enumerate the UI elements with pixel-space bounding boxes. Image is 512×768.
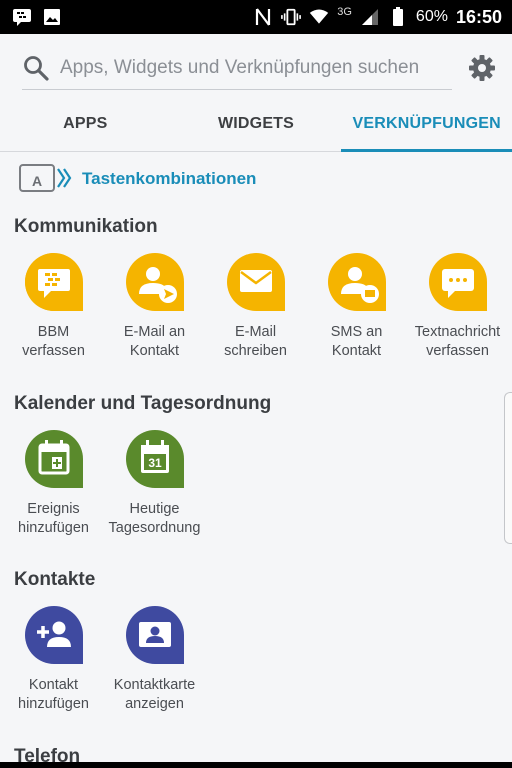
envelope-icon [226, 252, 286, 312]
search-area [0, 34, 512, 96]
shortcut-label: Kontakt hinzufügen [18, 677, 89, 712]
tab-apps[interactable]: APPS [0, 96, 171, 151]
contact-send-icon [125, 252, 185, 312]
contact-sms-icon [327, 252, 387, 312]
message-bubble-icon [428, 252, 488, 312]
shortcut-label: BBM verfassen [22, 324, 85, 359]
bbm-notification-icon [12, 7, 32, 27]
shortcut-label: Heutige Tagesordnung [108, 501, 201, 536]
calendar-31-icon: 31 [125, 429, 185, 489]
gear-icon[interactable] [466, 52, 498, 84]
battery-percentage: 60% [415, 8, 448, 25]
add-person-icon [24, 605, 84, 665]
network-type-label: 3G [337, 6, 352, 18]
keyboard-shortcut-icon: A [18, 161, 74, 198]
grid-kalender: Ereignis hinzufügen 31 Heutige Tagesordn… [3, 429, 512, 538]
shortcuts-list: A Tastenkombinationen Kommunikation BBM … [0, 152, 512, 768]
nfc-icon [253, 7, 273, 27]
shortcut-kontakt-hinzufuegen[interactable]: Kontakt hinzufügen [3, 605, 104, 714]
bbm-chat-icon [24, 252, 84, 312]
shortcut-ereignis-hinzufuegen[interactable]: Ereignis hinzufügen [3, 429, 104, 538]
search-icon[interactable] [22, 54, 50, 82]
shortcut-heutige-tagesordnung[interactable]: 31 Heutige Tagesordnung [104, 429, 205, 538]
status-bar: 3G 60% 16:50 [0, 0, 512, 34]
signal-icon [360, 7, 380, 27]
scrollbar-handle[interactable] [504, 392, 512, 544]
grid-kontakte: Kontakt hinzufügen Kontaktkarte anzeigen [3, 605, 512, 714]
contact-card-icon [125, 605, 185, 665]
calendar-add-icon [24, 429, 84, 489]
tab-widgets[interactable]: WIDGETS [171, 96, 342, 151]
section-title-kontakte: Kontakte [14, 569, 96, 590]
shortcut-email-an-kontakt[interactable]: E-Mail an Kontakt [104, 252, 205, 361]
section-title-kommunikation: Kommunikation [14, 216, 158, 237]
navigation-bar-edge [0, 762, 512, 768]
tab-bar: APPS WIDGETS VERKNÜPFUNGEN [0, 96, 512, 152]
clock: 16:50 [455, 6, 502, 27]
keyboard-shortcuts-link[interactable]: A Tastenkombinationen [18, 162, 256, 196]
shortcut-textnachricht-verfassen[interactable]: Textnachricht verfassen [407, 252, 508, 361]
shortcut-label: E-Mail schreiben [224, 324, 287, 359]
shortcut-label: E-Mail an Kontakt [123, 324, 186, 359]
grid-kommunikation: BBM verfassen E-Mail an Kontakt E-Mail s… [3, 252, 512, 361]
battery-icon [388, 7, 408, 27]
shortcut-label: Kontaktkarte anzeigen [113, 677, 196, 712]
keyboard-shortcuts-label: Tastenkombinationen [82, 169, 257, 188]
shortcut-label: SMS an Kontakt [330, 324, 383, 359]
shortcut-sms-an-kontakt[interactable]: SMS an Kontakt [306, 252, 407, 361]
shortcut-kontaktkarte-anzeigen[interactable]: Kontaktkarte anzeigen [104, 605, 205, 714]
shortcut-label: Ereignis hinzufügen [18, 501, 89, 536]
search-input[interactable] [60, 56, 440, 79]
shortcut-email-schreiben[interactable]: E-Mail schreiben [205, 252, 306, 361]
wifi-icon [309, 7, 329, 27]
shortcut-bbm-verfassen[interactable]: BBM verfassen [3, 252, 104, 361]
tab-verknuepfungen[interactable]: VERKNÜPFUNGEN [341, 96, 512, 152]
search-bar[interactable] [22, 46, 452, 90]
calendar-day-number: 31 [148, 456, 162, 470]
svg-text:A: A [32, 173, 42, 189]
section-title-kalender: Kalender und Tagesordnung [14, 393, 272, 414]
shortcut-label: Textnachricht verfassen [414, 324, 501, 359]
image-notification-icon [42, 7, 62, 27]
vibrate-icon [281, 7, 302, 27]
